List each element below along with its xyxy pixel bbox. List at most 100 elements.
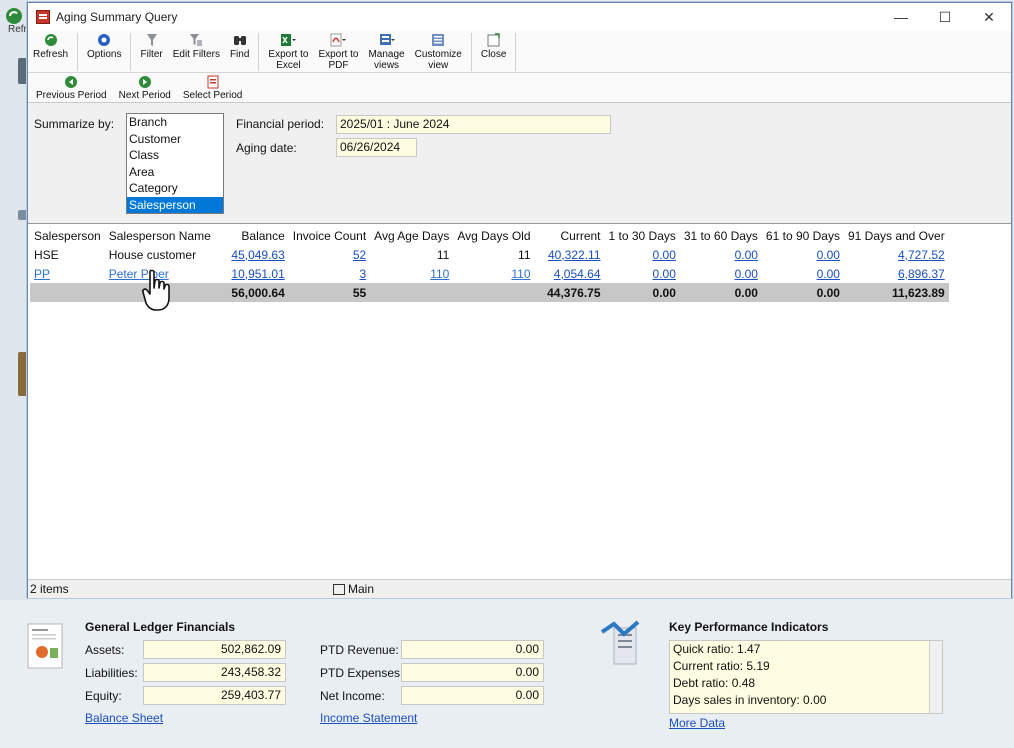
kpi-list[interactable]: Quick ratio: 1.47 Current ratio: 5.19 De… — [669, 640, 943, 714]
close-window-button[interactable]: ✕ — [967, 3, 1011, 31]
salesperson-link[interactable]: PP — [34, 267, 50, 281]
summarize-by-label: Summarize by: — [34, 117, 115, 131]
customize-view-button[interactable]: Customize view — [410, 33, 467, 71]
window-title: Aging Summary Query — [56, 10, 178, 24]
days-31-60-link[interactable]: 0.00 — [735, 267, 758, 281]
find-button[interactable]: Find — [225, 33, 254, 60]
current-link[interactable]: 4,054.64 — [554, 267, 601, 281]
kpi-scrollbar[interactable] — [929, 641, 942, 713]
total-balance: 56,000.64 — [214, 283, 289, 302]
days-31-60-link[interactable]: 0.00 — [735, 248, 758, 262]
maximize-button[interactable]: ☐ — [923, 3, 967, 31]
manage-views-button[interactable]: Manage views — [363, 33, 409, 71]
next-period-label: Next Period — [118, 89, 171, 101]
next-period-button[interactable]: Next Period — [113, 75, 177, 101]
previous-period-button[interactable]: Previous Period — [30, 75, 113, 101]
filter-icon — [144, 33, 160, 47]
manage-views-label-line1: Manage — [368, 49, 405, 60]
edit-filters-icon — [188, 33, 204, 47]
options-button[interactable]: Options — [82, 33, 126, 60]
balance-link[interactable]: 45,049.63 — [231, 248, 284, 262]
summarize-by-listbox[interactable]: Branch Customer Class Area Category Sale… — [126, 113, 224, 214]
edit-filters-label: Edit Filters — [172, 49, 220, 60]
days-61-90-link[interactable]: 0.00 — [817, 267, 840, 281]
avg-days-old-link[interactable]: 110 — [511, 267, 530, 281]
income-statement-link[interactable]: Income Statement — [320, 711, 417, 725]
days-91-over-link[interactable]: 4,727.52 — [898, 248, 945, 262]
export-pdf-button[interactable]: Export to PDF — [313, 33, 363, 71]
column-header[interactable]: 31 to 60 Days — [680, 226, 762, 245]
column-header[interactable]: Balance — [215, 226, 289, 245]
avg-age-days-link[interactable]: 110 — [430, 267, 449, 281]
column-header[interactable]: 91 Days and Over — [844, 226, 949, 245]
column-header[interactable]: Invoice Count — [289, 226, 370, 245]
close-view-icon — [486, 33, 502, 47]
column-header[interactable]: 61 to 90 Days — [762, 226, 844, 245]
customize-view-icon — [430, 33, 446, 47]
manage-views-icon — [379, 33, 395, 47]
kpi-line: Days sales in inventory: 0.00 — [673, 693, 827, 707]
summarize-option-selected[interactable]: Salesperson — [127, 196, 223, 213]
column-header[interactable]: Salesperson — [30, 226, 105, 245]
table-view-icon — [333, 583, 345, 595]
kpi-title: Key Performance Indicators — [669, 620, 829, 634]
toolbar-separator — [515, 33, 517, 71]
equity-value: 259,403.77 — [143, 686, 286, 705]
ptd-expenses-value: 0.00 — [401, 663, 544, 682]
total-91-over: 11,623.89 — [843, 283, 949, 302]
kpi-line: Current ratio: 5.19 — [673, 659, 770, 673]
export-excel-label-line2: Excel — [276, 60, 301, 71]
column-header[interactable]: Avg Days Old — [453, 226, 534, 245]
minimize-button[interactable]: — — [879, 3, 923, 31]
column-header[interactable]: Salesperson Name — [105, 226, 215, 245]
invoice-count-link[interactable]: 52 — [353, 248, 366, 262]
cell-salesperson-name: House customer — [108, 247, 197, 262]
summarize-option[interactable]: Class — [127, 147, 223, 164]
summarize-option[interactable]: Customer — [127, 131, 223, 148]
gl-financials-title: General Ledger Financials — [85, 620, 236, 634]
aging-date-field[interactable]: 06/26/2024 — [336, 138, 417, 157]
refresh-icon — [6, 8, 22, 24]
days-1-30-link[interactable]: 0.00 — [653, 267, 676, 281]
table-row[interactable]: HSE House customer 45,049.63 52 11 11 40… — [30, 245, 949, 264]
view-indicator[interactable]: Main — [333, 582, 374, 596]
cell-salesperson: HSE — [34, 247, 59, 262]
balance-sheet-link[interactable]: Balance Sheet — [85, 711, 163, 725]
export-excel-button[interactable]: Export to Excel — [263, 33, 313, 71]
column-header[interactable]: Current — [535, 226, 605, 245]
app-icon — [36, 10, 50, 24]
financial-period-field[interactable]: 2025/01 : June 2024 — [336, 115, 611, 134]
total-31-60: 0.00 — [679, 283, 762, 302]
summarize-option[interactable]: Area — [127, 164, 223, 181]
net-income-label: Net Income: — [320, 689, 385, 703]
edit-filters-button[interactable]: Edit Filters — [168, 33, 225, 60]
close-button[interactable]: Close — [476, 33, 512, 60]
days-61-90-link[interactable]: 0.00 — [817, 248, 840, 262]
assets-label: Assets: — [85, 643, 125, 657]
days-91-over-link[interactable]: 6,896.37 — [898, 267, 945, 281]
refresh-button[interactable]: Refresh — [28, 33, 73, 60]
select-period-button[interactable]: Select Period — [177, 75, 248, 101]
column-header[interactable]: 1 to 30 Days — [605, 226, 680, 245]
current-link[interactable]: 40,322.11 — [548, 248, 601, 262]
excel-icon — [280, 33, 297, 47]
filter-button[interactable]: Filter — [135, 33, 167, 60]
item-count: 2 items — [30, 582, 69, 596]
main-toolbar: Refresh Options Filter Edit Filters Find… — [28, 31, 1011, 73]
summarize-option[interactable]: Branch — [127, 114, 223, 131]
export-excel-label-line1: Export to — [268, 49, 309, 60]
balance-link[interactable]: 10,951.01 — [231, 267, 284, 281]
summarize-option[interactable]: Category — [127, 180, 223, 197]
view-name: Main — [348, 582, 375, 596]
total-cell — [30, 283, 105, 302]
days-1-30-link[interactable]: 0.00 — [653, 248, 676, 262]
column-header[interactable]: Avg Age Days — [370, 226, 453, 245]
options-icon — [96, 33, 112, 47]
more-data-link[interactable]: More Data — [669, 716, 725, 730]
arrow-right-icon — [138, 75, 151, 88]
toolbar-separator — [77, 33, 79, 71]
invoice-count-link[interactable]: 3 — [359, 267, 366, 281]
refresh-label: Refresh — [33, 49, 69, 60]
total-cell — [453, 283, 535, 302]
manage-views-label-line2: views — [374, 60, 400, 71]
